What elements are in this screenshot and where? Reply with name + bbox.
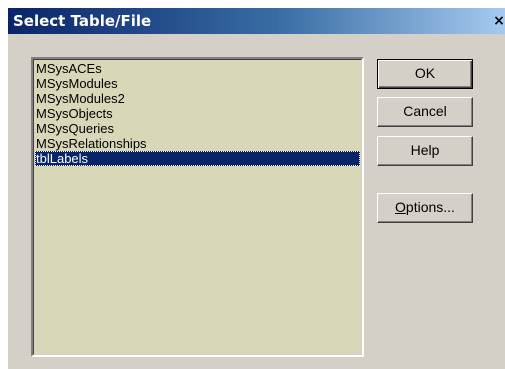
dialog-title: Select Table/File [13, 12, 152, 30]
list-item[interactable]: MSysModules [35, 76, 360, 91]
ok-button[interactable]: OK [377, 59, 473, 89]
list-item[interactable]: MSysObjects [35, 106, 360, 121]
cancel-button-label: Cancel [403, 103, 447, 119]
list-item-selected[interactable]: tblLabels [35, 151, 360, 166]
table-list: MSysACEs MSysModules MSysModules2 MSysOb… [35, 61, 360, 166]
help-button-label: Help [410, 142, 440, 158]
options-button-label: ptions... [405, 199, 455, 215]
options-button[interactable]: Options... [377, 193, 473, 223]
list-item[interactable]: MSysACEs [35, 61, 360, 76]
ok-button-label: OK [414, 65, 436, 81]
list-item[interactable]: MSysModules2 [35, 91, 360, 106]
title-bar[interactable]: Select Table/File × [8, 8, 505, 34]
select-table-file-dialog: Select Table/File × MSysACEs MSysModules… [8, 8, 505, 369]
list-item[interactable]: MSysRelationships [35, 136, 360, 151]
cancel-button[interactable]: Cancel [377, 97, 473, 127]
close-icon[interactable]: × [491, 13, 505, 30]
help-button[interactable]: Help [377, 136, 473, 166]
listbox-inner-border: MSysACEs MSysModules MSysModules2 MSysOb… [33, 59, 362, 355]
list-item[interactable]: MSysQueries [35, 121, 360, 136]
table-file-listbox[interactable]: MSysACEs MSysModules MSysModules2 MSysOb… [31, 57, 364, 357]
options-mnemonic: O [395, 199, 406, 215]
